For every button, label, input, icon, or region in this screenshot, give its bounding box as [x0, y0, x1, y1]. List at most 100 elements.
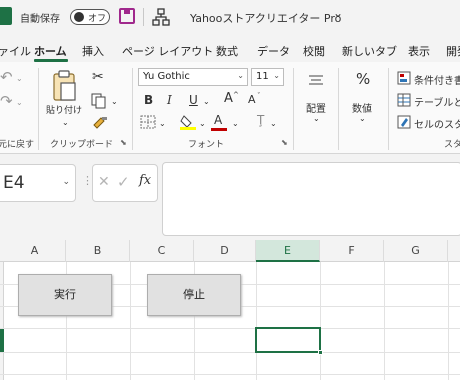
cell-styles-label[interactable]: セルのスター — [414, 116, 460, 131]
active-cell-e4[interactable] — [255, 327, 323, 355]
confirm-entry-icon[interactable]: ✓ — [117, 173, 130, 191]
undo-group-label: 元に戻す — [0, 140, 35, 150]
format-as-table-label[interactable]: テーブルとし — [414, 94, 460, 109]
font-color-swatch — [211, 128, 227, 131]
document-title[interactable]: Yahooストアクリエイター Pro — [190, 10, 341, 26]
group-separator — [293, 68, 294, 150]
cut-scissors-icon[interactable]: ✂ — [92, 70, 104, 84]
column-header-c[interactable]: C — [130, 240, 194, 262]
font-color-icon[interactable]: A — [214, 113, 222, 127]
phonetic-guide-icon[interactable]: Ţ — [257, 113, 264, 127]
column-header-a[interactable]: A — [4, 240, 66, 262]
grid-line — [384, 262, 385, 380]
grow-font-caret-icon: ^ — [233, 91, 239, 99]
borders-dropdown-icon[interactable]: ⌄ — [159, 117, 166, 131]
tab-developer[interactable]: 開発 — [446, 43, 460, 59]
cancel-entry-icon[interactable]: ✕ — [98, 174, 110, 190]
font-size-value: 11 — [256, 71, 269, 82]
column-header-d[interactable]: D — [194, 240, 256, 262]
save-icon[interactable] — [119, 8, 135, 24]
title-chevron-down-icon[interactable]: ⌄ — [333, 6, 343, 20]
italic-button[interactable]: I — [167, 93, 172, 107]
column-header-f[interactable]: F — [320, 240, 384, 262]
selected-row-indicator — [0, 328, 4, 352]
redo-icon[interactable]: ↷ — [0, 94, 13, 109]
ribbon-tabs: ァイル ホーム 挿入 ページ レイアウト 数式 データ 校閲 新しいタブ 表示 … — [0, 40, 460, 62]
underline-dropdown-icon[interactable]: ⌄ — [203, 95, 210, 109]
group-separator — [38, 68, 39, 150]
redo-dropdown-icon[interactable]: ⌄ — [16, 96, 23, 110]
paste-label[interactable]: 貼り付け — [46, 103, 82, 116]
grid-line — [320, 262, 321, 380]
font-family-chevron-icon: ⌄ — [237, 71, 244, 80]
name-box-chevron-icon[interactable]: ⌄ — [62, 177, 70, 187]
formula-input[interactable] — [162, 162, 460, 236]
grid-line — [256, 262, 257, 380]
title-bar: 自動保存 オフ Yahooストアクリエイター Pro ⌄ — [0, 0, 460, 33]
tab-view[interactable]: 表示 — [408, 43, 430, 59]
font-size-select[interactable]: 11 ⌄ — [251, 68, 284, 86]
alignment-lines-icon[interactable] — [308, 74, 324, 88]
grid-line — [0, 328, 460, 329]
font-launcher-icon[interactable]: ⬊ — [281, 138, 288, 147]
grid-line — [0, 374, 460, 375]
cell-styles-icon[interactable] — [397, 115, 411, 129]
undo-dropdown-icon[interactable]: ⌄ — [16, 72, 23, 86]
share-network-icon[interactable] — [152, 8, 170, 26]
format-as-table-icon[interactable] — [397, 93, 411, 107]
bold-button[interactable]: B — [144, 93, 153, 107]
conditional-format-label[interactable]: 条件付き書 — [414, 72, 460, 87]
group-separator — [132, 68, 133, 150]
worksheet-grid[interactable]: A B C D E F G 実行 停止 — [0, 240, 460, 380]
column-header-e[interactable]: E — [256, 240, 320, 262]
titlebar-separator — [143, 8, 144, 26]
format-painter-icon[interactable] — [92, 116, 108, 130]
copy-dropdown-icon[interactable]: ⌄ — [111, 95, 118, 109]
insert-function-icon[interactable]: fx — [139, 173, 151, 188]
tab-new-tab[interactable]: 新しいタブ — [342, 43, 397, 59]
clipboard-group-label: クリップボード — [50, 140, 114, 150]
tab-insert[interactable]: 挿入 — [82, 43, 104, 59]
paste-dropdown-icon[interactable]: ⌄ — [62, 116, 69, 130]
phonetic-dropdown-icon[interactable]: ⌄ — [270, 117, 277, 131]
fill-color-dropdown-icon[interactable]: ⌄ — [199, 117, 206, 131]
tab-page-layout[interactable]: ページ レイアウト — [122, 43, 213, 59]
tab-home[interactable]: ホーム — [34, 43, 67, 59]
undo-icon[interactable]: ↶ — [0, 70, 13, 85]
formula-buttons: ✕ ✓ fx — [92, 164, 158, 202]
name-box-value: E4 — [3, 173, 25, 193]
fill-handle[interactable] — [318, 350, 323, 355]
column-headers: A B C D E F G — [0, 240, 460, 262]
stop-button[interactable]: 停止 — [147, 274, 241, 316]
tab-review[interactable]: 校閲 — [303, 43, 325, 59]
number-dropdown-icon[interactable]: ⌄ — [359, 112, 366, 126]
fill-color-icon[interactable] — [180, 114, 196, 130]
copy-icon[interactable] — [91, 93, 107, 109]
font-family-select[interactable]: Yu Gothic ⌄ — [138, 68, 248, 86]
font-color-dropdown-icon[interactable]: ⌄ — [232, 117, 239, 131]
column-header-b[interactable]: B — [66, 240, 130, 262]
clipboard-launcher-icon[interactable]: ⬊ — [120, 138, 127, 147]
group-separator — [338, 68, 339, 150]
grid-line — [130, 262, 131, 380]
grid-line — [448, 262, 449, 380]
borders-icon[interactable] — [140, 115, 156, 129]
run-button[interactable]: 実行 — [18, 274, 112, 316]
tab-file[interactable]: ァイル — [0, 43, 31, 59]
percent-icon[interactable]: % — [356, 72, 370, 87]
underline-button[interactable]: U — [189, 93, 198, 107]
shrink-font-button[interactable]: A — [248, 93, 256, 107]
row-headers[interactable] — [0, 262, 4, 380]
alignment-dropdown-icon[interactable]: ⌄ — [313, 112, 320, 126]
column-header-g[interactable]: G — [384, 240, 448, 262]
tab-data[interactable]: データ — [257, 43, 290, 59]
tab-formulas[interactable]: 数式 — [216, 43, 238, 59]
name-box[interactable]: E4 ⌄ — [0, 164, 76, 202]
autosave-toggle[interactable]: オフ — [70, 9, 110, 25]
font-size-chevron-icon: ⌄ — [273, 71, 280, 80]
grow-font-button[interactable]: A — [224, 92, 233, 106]
font-group-label: フォント — [188, 140, 225, 150]
toggle-knob-icon — [74, 12, 84, 22]
paste-icon[interactable] — [52, 70, 78, 102]
conditional-format-icon[interactable] — [397, 71, 411, 85]
